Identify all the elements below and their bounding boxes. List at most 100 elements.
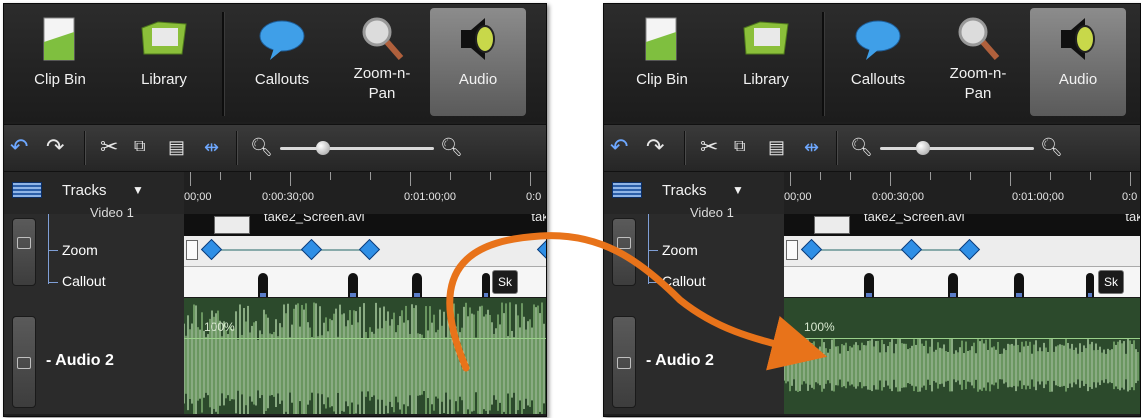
zoom-out-icon[interactable]: 🔍︎	[250, 135, 273, 159]
tab-callouts[interactable]: Callouts	[234, 8, 330, 116]
editing-toolbar: ↶ ↷ ✂ ⧉ ▤ ⇹ 🔍︎ 🔍︎	[604, 124, 1140, 172]
zoom-slider-knob[interactable]	[916, 141, 930, 155]
cut-icon[interactable]: ✂	[100, 135, 118, 159]
ruler-time-label: 0:01:00;00	[404, 191, 456, 203]
zoom-in-icon[interactable]: 🔍︎	[1040, 135, 1063, 159]
tab-label: Clip Bin	[636, 71, 688, 88]
audio-track-label[interactable]: - Audio 2	[46, 352, 114, 370]
tab-library[interactable]: Library	[718, 8, 814, 116]
lock-icon	[617, 357, 631, 369]
tab-clip-bin[interactable]: Clip Bin	[12, 8, 108, 116]
paste-icon[interactable]: ▤	[768, 135, 785, 159]
cut-icon[interactable]: ✂	[700, 135, 718, 159]
tab-zoom-n-pan[interactable]: Zoom-n- Pan	[930, 8, 1026, 116]
zoom-lane[interactable]	[184, 236, 546, 267]
copy-icon[interactable]: ⧉	[734, 135, 745, 159]
split-icon[interactable]: ⇹	[804, 135, 819, 159]
video-clip[interactable]: take2_Screen.avi take	[784, 214, 1140, 236]
ruler-time-label: 0:01:00;00	[1012, 191, 1064, 203]
tracks-grid-icon	[12, 182, 42, 198]
video-track-label: Video 1	[90, 205, 134, 220]
ruler-time-label: 0:0	[1122, 191, 1138, 203]
tab-label: Callouts	[850, 71, 906, 88]
speaker-icon	[1061, 18, 1095, 60]
zoom-keyframe[interactable]	[900, 238, 923, 261]
split-icon[interactable]: ⇹	[204, 135, 219, 159]
zoom-out-icon[interactable]: 🔍︎	[850, 135, 873, 159]
zoom-lane[interactable]	[784, 236, 1140, 267]
tab-label: Library	[141, 71, 187, 88]
callout-marker[interactable]	[1086, 273, 1094, 297]
clip-name: take2_Screen.avi	[864, 214, 965, 224]
zoom-keyframe[interactable]	[800, 238, 823, 261]
volume-line[interactable]	[784, 338, 1140, 339]
timeline-area[interactable]: take2_Screen.avi take Sk 100%	[184, 214, 546, 414]
callout-marker[interactable]	[348, 273, 358, 297]
volume-line[interactable]	[184, 338, 546, 339]
time-ruler[interactable]: 00;00 0:00:30;00 0:01:00;00 0:0	[184, 172, 546, 214]
volume-label: 100%	[804, 320, 835, 334]
callout-lane[interactable]: Sk	[784, 267, 1140, 297]
tab-label: Callouts	[254, 71, 310, 88]
tracks-menu-label[interactable]: Tracks	[62, 182, 106, 199]
zoom-slider-knob[interactable]	[316, 141, 330, 155]
tab-zoom-n-pan[interactable]: Zoom-n- Pan	[334, 8, 430, 116]
track-lock-handle[interactable]	[612, 316, 636, 408]
task-tab-bar: Clip Bin Library Callouts Zoom-n- Pan Au…	[604, 4, 1140, 122]
tracks-grid-icon	[612, 182, 642, 198]
speech-bubble-icon	[855, 20, 901, 60]
tab-audio[interactable]: Audio	[1030, 8, 1126, 116]
redo-icon[interactable]: ↷	[646, 135, 664, 159]
tracks-dropdown-icon[interactable]: ▼	[732, 183, 744, 197]
callout-clip[interactable]: Sk	[1098, 270, 1124, 294]
paste-icon[interactable]: ▤	[168, 135, 185, 159]
video-clip[interactable]: take2_Screen.avi take	[184, 214, 546, 236]
callout-marker[interactable]	[258, 273, 268, 297]
zoom-slider[interactable]	[280, 147, 434, 150]
tab-label: Library	[743, 71, 789, 88]
zoom-in-icon[interactable]: 🔍︎	[440, 135, 463, 159]
audio-lane[interactable]: 100%	[184, 298, 546, 414]
clip-bin-icon	[645, 17, 677, 61]
undo-icon[interactable]: ↶	[10, 135, 28, 159]
clip-thumbnail	[214, 216, 250, 234]
audio-lane[interactable]: 100%	[784, 298, 1140, 414]
tab-callouts[interactable]: Callouts	[830, 8, 926, 116]
magnifier-icon	[958, 17, 1000, 60]
audio-track-label[interactable]: - Audio 2	[646, 352, 714, 370]
subtrack-zoom-label: Zoom	[662, 242, 698, 258]
redo-icon[interactable]: ↷	[46, 135, 64, 159]
track-lock-handle[interactable]	[12, 218, 36, 286]
zoom-keyframe[interactable]	[358, 238, 381, 261]
zoom-keyframe[interactable]	[300, 238, 323, 261]
clip-start-marker	[186, 240, 198, 260]
callout-lane[interactable]: Sk	[184, 267, 546, 297]
volume-label: 100%	[204, 320, 235, 334]
tab-clip-bin[interactable]: Clip Bin	[614, 8, 710, 116]
tracks-dropdown-icon[interactable]: ▼	[132, 183, 144, 197]
time-ruler[interactable]: 00;00 0:00:30;00 0:01:00;00 0:0	[784, 172, 1140, 214]
callout-marker[interactable]	[412, 273, 422, 297]
timeline-area[interactable]: take2_Screen.avi take Sk 100%	[784, 214, 1140, 414]
zoom-keyframe[interactable]	[200, 238, 223, 261]
callout-clip[interactable]: Sk	[492, 270, 518, 294]
zoom-slider[interactable]	[880, 147, 1034, 150]
subtrack-callout-label: Callout	[662, 273, 706, 289]
tracks-menu-label[interactable]: Tracks	[662, 182, 706, 199]
tab-library[interactable]: Library	[116, 8, 212, 116]
camtasia-editor-after: Clip Bin Library Callouts Zoom-n- Pan Au…	[603, 3, 1141, 417]
track-list: Video 1 Zoom Callout - Audio 2	[604, 205, 784, 414]
track-lock-handle[interactable]	[12, 316, 36, 408]
callout-marker[interactable]	[864, 273, 874, 297]
tab-audio[interactable]: Audio	[430, 8, 526, 116]
zoom-keyframe[interactable]	[536, 238, 546, 261]
track-lock-handle[interactable]	[612, 218, 636, 286]
callout-marker[interactable]	[482, 273, 490, 297]
callout-marker[interactable]	[1014, 273, 1024, 297]
callout-marker[interactable]	[948, 273, 958, 297]
track-list: Video 1 Zoom Callout - Audio 2	[4, 205, 184, 414]
copy-icon[interactable]: ⧉	[134, 135, 145, 159]
zoom-keyframe[interactable]	[958, 238, 981, 261]
library-folder-icon	[743, 21, 789, 55]
undo-icon[interactable]: ↶	[610, 135, 628, 159]
